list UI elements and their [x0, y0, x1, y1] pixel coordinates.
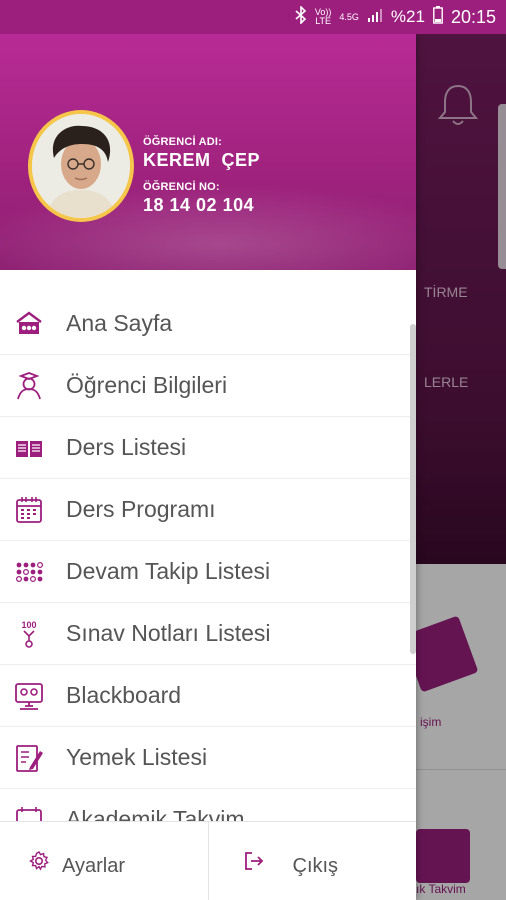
calendar-icon: [16, 807, 42, 821]
settings-button[interactable]: Ayarlar: [0, 822, 208, 900]
battery-percent: %21: [390, 7, 425, 26]
monitor-icon: [15, 683, 43, 710]
drawer-scrim[interactable]: [416, 34, 506, 900]
menu-item-label: Ders Listesi: [66, 434, 187, 460]
book-icon: [16, 441, 42, 457]
menu-item-yemek-listesi[interactable]: Yemek Listesi: [0, 727, 416, 789]
grade-icon: 100: [21, 620, 37, 648]
calendar-icon: [16, 497, 42, 523]
student-name-caption: ÖĞRENCİ ADI:: [143, 136, 222, 148]
battery-icon: [433, 5, 443, 29]
status-bar: Vo)) LTE 4.5G %21 20:15: [0, 0, 506, 34]
menu-item-ders-listesi[interactable]: Ders Listesi: [0, 417, 416, 479]
menu-item-devam-takip-listesi[interactable]: Devam Takip Listesi: [0, 541, 416, 603]
drawer-footer: Ayarlar Çıkış: [0, 821, 416, 900]
student-number-caption: ÖĞRENCİ NO:: [143, 181, 220, 193]
student-name: KEREM ÇEP: [143, 150, 261, 170]
menu-item-label: Öğrenci Bilgileri: [66, 372, 228, 398]
menu-item-ana-sayfa[interactable]: Ana Sayfa: [0, 293, 416, 355]
avatar[interactable]: [28, 110, 134, 222]
student-icon: [17, 372, 41, 400]
gear-icon: [29, 851, 49, 871]
menu-item-label: Akademik Takvim: [66, 806, 245, 821]
drawer-header: ÖĞRENCİ ADI: KEREM ÇEP ÖĞRENCİ NO: 18 14…: [0, 34, 416, 270]
logout-label: Çıkış: [292, 855, 339, 877]
student-number: 18 14 02 104: [143, 195, 255, 215]
menu-item-label: Ders Programı: [66, 496, 216, 522]
menu-item-label: Yemek Listesi: [66, 744, 208, 770]
menu-item-sinav-notlari-listesi[interactable]: 100 Sınav Notları Listesi: [0, 603, 416, 665]
menu-item-ogrenci-bilgileri[interactable]: Öğrenci Bilgileri: [0, 355, 416, 417]
menu-item-label: Sınav Notları Listesi: [66, 620, 271, 646]
menu-item-ders-programi[interactable]: Ders Programı: [0, 479, 416, 541]
menu-item-label: Blackboard: [66, 682, 182, 708]
logout-button[interactable]: Çıkış: [207, 822, 417, 900]
bluetooth-icon: [295, 4, 307, 29]
network-indicator: 4.5G: [339, 11, 359, 22]
navigation-drawer: ÖĞRENCİ ADI: KEREM ÇEP ÖĞRENCİ NO: 18 14…: [0, 34, 416, 900]
menu-scrollbar[interactable]: [410, 324, 416, 654]
clock: 20:15: [450, 6, 496, 27]
signal-icon: [367, 7, 383, 28]
menu-item-label: Ana Sayfa: [66, 310, 173, 336]
logout-icon: [244, 852, 263, 870]
menu-item-akademik-takvim[interactable]: Akademik Takvim: [0, 789, 416, 821]
menu-item-label: Devam Takip Listesi: [66, 558, 271, 584]
volte-indicator: Vo)) LTE: [314, 7, 332, 26]
home-icon: [16, 311, 42, 334]
attendance-icon: [15, 561, 44, 583]
menu-list-icon: [16, 745, 43, 772]
drawer-menu: Ana Sayfa Öğrenci Bilgileri Ders Listesi: [0, 293, 416, 821]
svg-text:100: 100: [21, 620, 36, 630]
settings-label: Ayarlar: [62, 855, 125, 877]
user-info: ÖĞRENCİ ADI: KEREM ÇEP ÖĞRENCİ NO: 18 14…: [143, 136, 260, 216]
menu-item-blackboard[interactable]: Blackboard: [0, 665, 416, 727]
